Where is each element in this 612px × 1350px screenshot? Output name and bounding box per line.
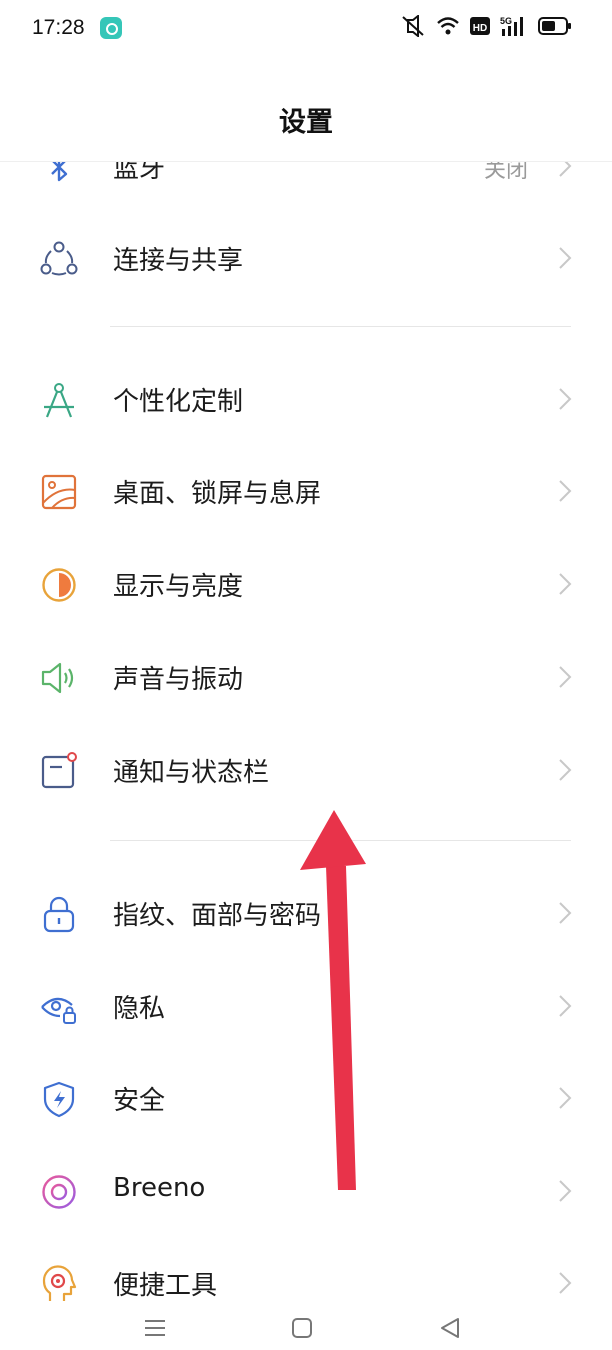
settings-item-display-brightness[interactable]: 显示与亮度 (0, 538, 612, 630)
settings-item-label: 个性化定制 (113, 387, 244, 417)
share-network-icon (40, 241, 78, 276)
notification-icon (41, 752, 77, 789)
settings-item-label: 安全 (113, 1086, 166, 1116)
app-notification-icon (100, 17, 122, 39)
settings-item-connection-sharing[interactable]: 连接与共享 (0, 212, 612, 304)
settings-item-label: Breeno (113, 1173, 206, 1203)
settings-item-label: 隐私 (113, 994, 166, 1024)
privacy-eye-icon (41, 997, 76, 1024)
settings-item-notification-statusbar[interactable]: 通知与状态栏 (0, 724, 612, 816)
breeno-icon (42, 1175, 76, 1209)
convenience-tools-icon (42, 1265, 77, 1301)
hd-icon: HD (470, 17, 490, 35)
status-bar: 17:28 HD 5G (0, 0, 612, 58)
chevron-right-icon (559, 759, 572, 781)
settings-item-label: 指纹、面部与密码 (113, 901, 322, 931)
settings-item-label: 便捷工具 (113, 1271, 218, 1301)
settings-item-sound-vibration[interactable]: 声音与振动 (0, 631, 612, 723)
brightness-icon (42, 568, 76, 602)
chevron-right-icon (559, 902, 572, 924)
chevron-right-icon (559, 666, 572, 688)
speaker-icon (41, 662, 74, 694)
5g-signal-icon: 5G (500, 16, 523, 36)
settings-item-label: 显示与亮度 (113, 572, 244, 602)
mute-icon (402, 15, 424, 37)
lock-icon (43, 896, 75, 933)
compass-icon (44, 383, 74, 418)
back-icon[interactable] (438, 1316, 462, 1340)
status-time: 17:28 (32, 16, 85, 39)
battery-icon (538, 17, 571, 35)
chevron-right-icon (559, 1087, 572, 1109)
settings-item-privacy[interactable]: 隐私 (0, 960, 612, 1052)
settings-item-label: 声音与振动 (113, 665, 244, 695)
network-label: 5G (500, 16, 512, 26)
settings-item-fingerprint-face-password[interactable]: 指纹、面部与密码 (0, 867, 612, 959)
settings-item-security[interactable]: 安全 (0, 1052, 612, 1144)
wallpaper-icon (41, 474, 77, 510)
home-icon[interactable] (290, 1316, 314, 1340)
chevron-right-icon (559, 388, 572, 410)
chevron-right-icon (559, 995, 572, 1017)
chevron-right-icon (559, 480, 572, 502)
settings-item-label: 通知与状态栏 (113, 758, 270, 788)
hd-label: HD (473, 23, 487, 34)
chevron-right-icon (559, 573, 572, 595)
navigation-bar (0, 1308, 612, 1350)
chevron-right-icon (559, 1180, 572, 1202)
settings-item-desktop-lockscreen[interactable]: 桌面、锁屏与息屏 (0, 445, 612, 537)
settings-item-label: 桌面、锁屏与息屏 (113, 479, 322, 509)
settings-item-personalization[interactable]: 个性化定制 (0, 353, 612, 445)
title-bar: 设置 (0, 58, 612, 162)
divider (110, 840, 571, 841)
menu-icon[interactable] (143, 1316, 167, 1340)
page-title: 设置 (279, 107, 333, 138)
chevron-right-icon (559, 1272, 572, 1294)
divider (110, 326, 571, 327)
settings-item-label: 连接与共享 (113, 246, 244, 276)
status-icons: HD 5G (400, 15, 572, 37)
settings-item-breeno[interactable]: Breeno (0, 1145, 612, 1237)
chevron-right-icon (559, 247, 572, 269)
wifi-icon (437, 17, 459, 35)
shield-icon (43, 1081, 75, 1118)
